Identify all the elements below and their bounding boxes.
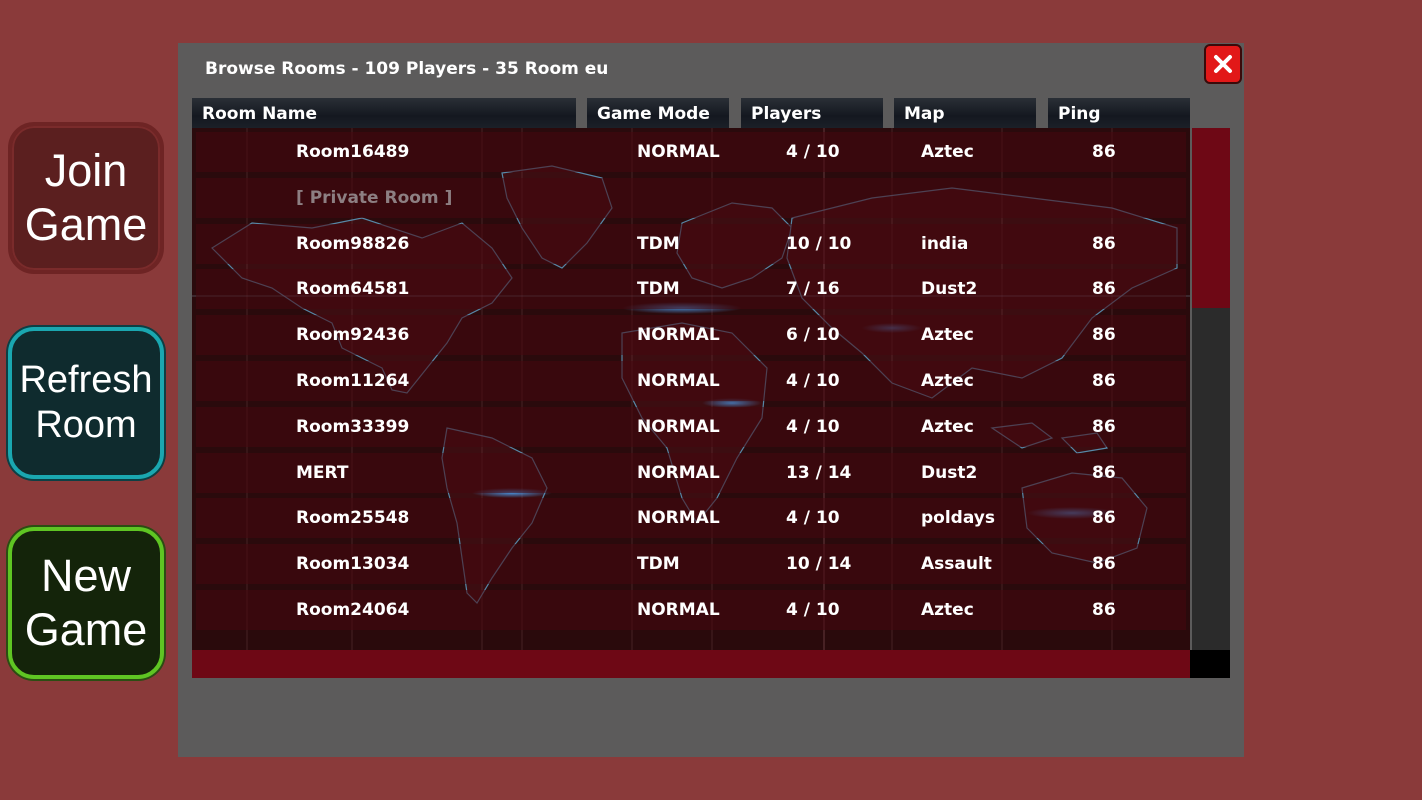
- game-mode-cell: NORMAL: [637, 462, 720, 483]
- room-row[interactable]: Room33399 NORMAL 4 / 10 Aztec 86: [196, 406, 1186, 447]
- column-header-map[interactable]: Map: [894, 98, 1036, 128]
- game-mode-cell: NORMAL: [637, 508, 720, 529]
- game-mode-cell: NORMAL: [637, 416, 720, 437]
- players-cell: 4 / 10: [786, 371, 840, 391]
- ping-cell: 86: [1092, 600, 1116, 620]
- refresh-room-label-line2: Room: [35, 404, 137, 446]
- map-cell: Aztec: [921, 325, 974, 346]
- map-cell: Dust2: [921, 462, 978, 483]
- ping-cell: 86: [1092, 279, 1116, 300]
- room-row[interactable]: Room11264 NORMAL 4 / 10 Aztec 86: [196, 361, 1186, 401]
- room-row[interactable]: Room64581 TDM 7 / 16 Dust2 86: [196, 269, 1186, 310]
- column-header-game-mode[interactable]: Game Mode: [587, 98, 729, 128]
- close-x-icon: [1214, 55, 1232, 73]
- room-name-cell: MERT: [296, 462, 349, 483]
- room-name-cell: Room16489: [296, 142, 410, 162]
- map-cell: india: [921, 233, 969, 254]
- game-mode-cell: NORMAL: [637, 371, 720, 391]
- room-row[interactable]: Room98826 TDM 10 / 10 india 86: [196, 223, 1186, 264]
- join-game-label-line1: Join: [44, 145, 128, 196]
- players-cell: 13 / 14: [786, 462, 852, 483]
- room-row[interactable]: MERT NORMAL 13 / 14 Dust2 86: [196, 452, 1186, 493]
- game-mode-cell: TDM: [637, 233, 680, 254]
- vertical-scrollbar-thumb[interactable]: [1192, 128, 1230, 308]
- room-name-cell: Room92436: [296, 325, 410, 346]
- scrollbar-corner: [1190, 650, 1230, 678]
- close-button[interactable]: [1204, 44, 1242, 84]
- game-mode-cell: TDM: [637, 279, 680, 300]
- panel-title: Browse Rooms - 109 Players - 35 Room eu: [205, 59, 609, 79]
- room-list[interactable]: Room16489 NORMAL 4 / 10 Aztec 86 [ Private Ro…: [192, 128, 1190, 650]
- map-cell: Aztec: [921, 600, 974, 620]
- players-cell: 10 / 10: [786, 233, 852, 254]
- ping-cell: 86: [1092, 508, 1116, 529]
- ping-cell: 86: [1092, 462, 1116, 483]
- map-cell: Dust2: [921, 279, 978, 300]
- room-name-cell: Room25548: [296, 508, 410, 529]
- new-game-label-line2: Game: [24, 604, 148, 655]
- map-cell: poldays: [921, 508, 995, 529]
- ping-cell: 86: [1092, 554, 1116, 575]
- refresh-room-button[interactable]: Refresh Room: [8, 327, 164, 479]
- ping-cell: 86: [1092, 416, 1116, 437]
- column-header-room-name[interactable]: Room Name: [192, 98, 576, 128]
- room-row[interactable]: Room16489 NORMAL 4 / 10 Aztec 86: [196, 132, 1186, 172]
- join-game-label-line2: Game: [24, 199, 148, 250]
- room-name-cell: Room24064: [296, 600, 410, 620]
- join-game-button[interactable]: Join Game: [8, 122, 164, 274]
- game-mode-cell: TDM: [637, 554, 680, 575]
- vertical-scrollbar[interactable]: [1192, 128, 1230, 650]
- room-name-cell: [ Private Room ]: [296, 187, 453, 208]
- column-header-ping[interactable]: Ping: [1048, 98, 1190, 128]
- new-game-label-line1: New: [40, 550, 132, 601]
- column-header-players[interactable]: Players: [741, 98, 883, 128]
- map-cell: Assault: [921, 554, 992, 575]
- players-cell: 4 / 10: [786, 416, 840, 437]
- players-cell: 6 / 10: [786, 325, 840, 346]
- map-cell: Aztec: [921, 142, 974, 162]
- map-cell: Aztec: [921, 371, 974, 391]
- game-mode-cell: NORMAL: [637, 600, 720, 620]
- horizontal-scrollbar[interactable]: [192, 650, 1190, 678]
- players-cell: 4 / 10: [786, 600, 840, 620]
- game-mode-cell: NORMAL: [637, 325, 720, 346]
- room-row[interactable]: Room92436 NORMAL 6 / 10 Aztec 86: [196, 315, 1186, 356]
- map-cell: Aztec: [921, 416, 974, 437]
- room-name-cell: Room98826: [296, 233, 410, 254]
- room-name-cell: Room13034: [296, 554, 410, 575]
- room-row[interactable]: Room25548 NORMAL 4 / 10 poldays 86: [196, 498, 1186, 539]
- room-name-cell: Room64581: [296, 279, 410, 300]
- ping-cell: 86: [1092, 325, 1116, 346]
- players-cell: 4 / 10: [786, 508, 840, 529]
- players-cell: 7 / 16: [786, 279, 840, 300]
- ping-cell: 86: [1092, 142, 1116, 162]
- ping-cell: 86: [1092, 371, 1116, 391]
- ping-cell: 86: [1092, 233, 1116, 254]
- browse-rooms-panel: Browse Rooms - 109 Players - 35 Room eu …: [178, 43, 1244, 757]
- private-room-row[interactable]: [ Private Room ]: [196, 177, 1186, 218]
- players-cell: 4 / 10: [786, 142, 840, 162]
- players-cell: 10 / 14: [786, 554, 852, 575]
- room-name-cell: Room33399: [296, 416, 410, 437]
- refresh-room-label-line1: Refresh: [19, 359, 153, 401]
- room-name-cell: Room11264: [296, 371, 410, 391]
- room-row[interactable]: Room24064 NORMAL 4 / 10 Aztec 86: [196, 590, 1186, 630]
- new-game-button[interactable]: New Game: [8, 527, 164, 679]
- game-mode-cell: NORMAL: [637, 142, 720, 162]
- room-row[interactable]: Room13034 TDM 10 / 14 Assault 86: [196, 544, 1186, 585]
